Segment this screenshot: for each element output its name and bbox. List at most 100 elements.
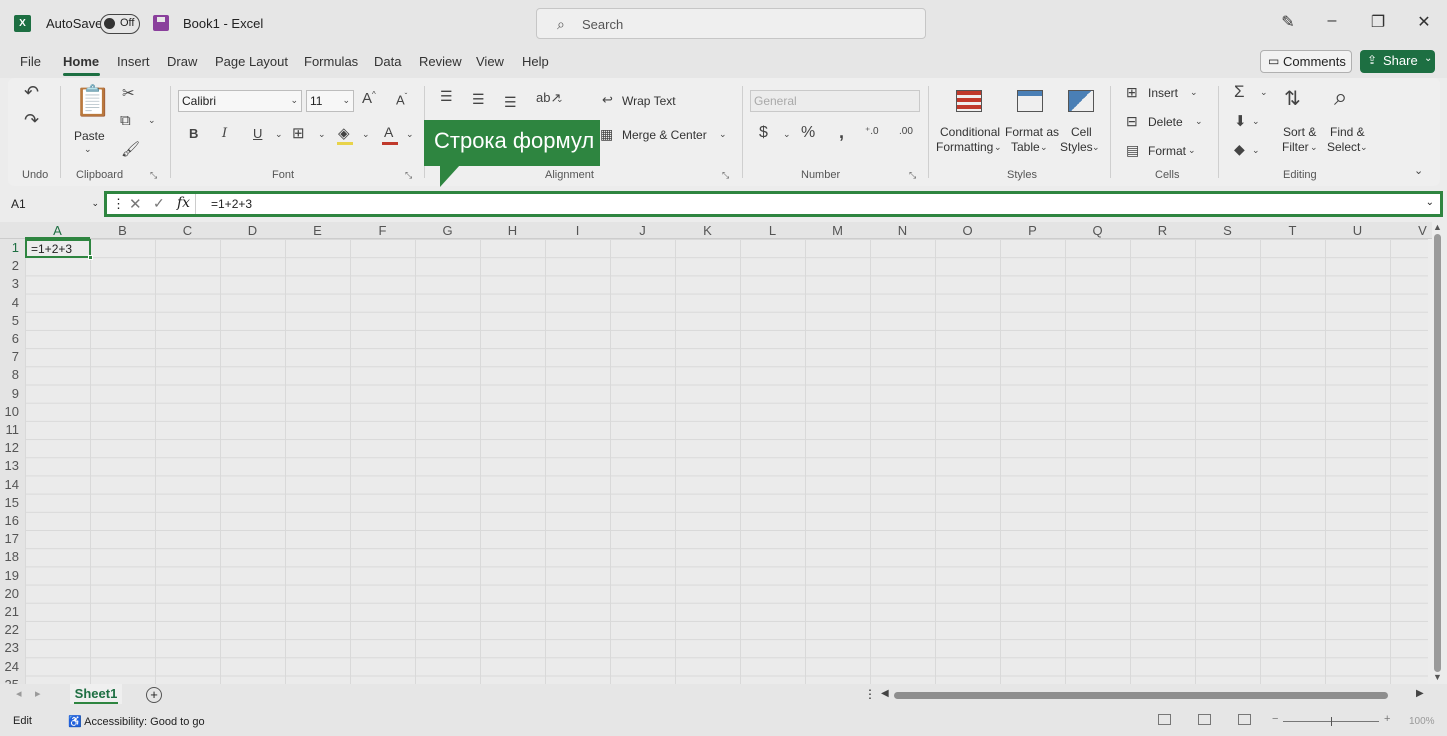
chevron-down-icon[interactable]: ⌄ — [783, 129, 791, 140]
zoom-level[interactable]: 100% — [1409, 716, 1435, 727]
row-header[interactable]: 3 — [0, 276, 24, 291]
normal-view-icon[interactable] — [1158, 714, 1171, 725]
align-top-icon[interactable]: ☰ — [440, 88, 453, 105]
chevron-down-icon[interactable]: ⌄ — [1360, 142, 1368, 153]
row-header[interactable]: 18 — [0, 549, 24, 564]
page-layout-view-icon[interactable] — [1198, 714, 1211, 725]
row-header[interactable]: 25 — [0, 677, 24, 684]
row-header[interactable]: 7 — [0, 349, 24, 364]
scroll-right-icon[interactable]: ▶ — [1416, 688, 1424, 699]
column-header[interactable]: U — [1325, 223, 1390, 238]
chevron-down-icon[interactable]: ⌄ — [1310, 142, 1318, 153]
column-header[interactable]: O — [935, 223, 1000, 238]
scroll-left-icon[interactable]: ◀ — [881, 688, 889, 699]
chevron-down-icon[interactable]: ⌄ — [148, 115, 156, 126]
column-header[interactable]: M — [805, 223, 870, 238]
zoom-slider-thumb[interactable] — [1331, 717, 1332, 726]
row-header[interactable]: 1 — [0, 240, 24, 255]
chevron-down-icon[interactable]: ⌄ — [1252, 145, 1260, 156]
more-options-icon[interactable]: ⋮ — [112, 196, 125, 212]
chevron-down-icon[interactable]: ⌄ — [1190, 87, 1198, 98]
decrease-decimal-icon[interactable]: .00 — [899, 126, 913, 137]
enter-icon[interactable]: ✓ — [153, 195, 165, 212]
chevron-down-icon[interactable]: ⌄ — [1188, 145, 1196, 156]
cancel-icon[interactable]: ✕ — [129, 195, 142, 213]
row-header[interactable]: 8 — [0, 367, 24, 382]
page-break-view-icon[interactable] — [1238, 714, 1251, 725]
undo-icon[interactable]: ↶ — [24, 82, 39, 103]
chevron-down-icon[interactable]: ⌄ — [1040, 142, 1048, 153]
fill-handle[interactable] — [88, 255, 93, 260]
clipboard-launcher-icon[interactable]: ⤡ — [150, 170, 157, 181]
next-sheet-icon[interactable]: ▸ — [35, 687, 41, 700]
chevron-down-icon[interactable]: ⌄ — [719, 129, 727, 140]
column-header[interactable]: I — [545, 223, 610, 238]
cell-styles-line1[interactable]: Cell — [1071, 125, 1092, 139]
fill-color-icon[interactable]: ◈ — [338, 124, 350, 142]
column-header[interactable]: F — [350, 223, 415, 238]
column-header[interactable]: P — [1000, 223, 1065, 238]
find-select-line1[interactable]: Find & — [1330, 125, 1365, 139]
borders-icon[interactable]: ⊞ — [292, 124, 305, 142]
alignment-launcher-icon[interactable]: ⤡ — [722, 170, 729, 181]
decrease-font-icon[interactable]: Aˇ — [396, 92, 407, 107]
menu-help[interactable]: Help — [522, 54, 549, 69]
horizontal-scroll-thumb[interactable] — [894, 692, 1388, 699]
delete-cells-label[interactable]: Delete — [1148, 115, 1183, 129]
add-sheet-icon[interactable]: + — [146, 687, 162, 703]
italic-icon[interactable]: I — [222, 126, 227, 141]
row-header[interactable]: 17 — [0, 531, 24, 546]
menu-review[interactable]: Review — [419, 54, 462, 69]
column-header[interactable]: Q — [1065, 223, 1130, 238]
vertical-scrollbar[interactable]: ▲ ▼ — [1431, 222, 1445, 684]
chevron-down-icon[interactable]: ⌄ — [1092, 142, 1100, 153]
column-header[interactable]: D — [220, 223, 285, 238]
collapse-ribbon-icon[interactable]: ⌄ — [1414, 164, 1423, 177]
share-button[interactable]: ⇪ Share ⌄ — [1360, 50, 1435, 73]
column-header[interactable]: E — [285, 223, 350, 238]
cut-icon[interactable]: ✂ — [122, 84, 135, 102]
column-header[interactable]: B — [90, 223, 155, 238]
percent-icon[interactable]: % — [801, 124, 815, 142]
chevron-down-icon[interactable]: ⌄ — [1195, 116, 1203, 127]
row-header[interactable]: 2 — [0, 258, 24, 273]
font-color-icon[interactable]: A — [384, 124, 393, 140]
minimize-button[interactable]: – — [1320, 12, 1344, 30]
menu-home[interactable]: Home — [63, 54, 99, 69]
menu-insert[interactable]: Insert — [117, 54, 150, 69]
number-launcher-icon[interactable]: ⤡ — [909, 170, 916, 181]
sheet-tab[interactable]: Sheet1 — [70, 684, 122, 704]
scroll-up-icon[interactable]: ▲ — [1433, 222, 1442, 232]
increase-font-icon[interactable]: A^ — [362, 90, 376, 107]
format-painter-icon[interactable]: 🖌 — [121, 140, 140, 158]
paste-icon[interactable]: 📋 — [74, 84, 111, 119]
chevron-down-icon[interactable]: ⌄ — [1252, 116, 1260, 127]
zoom-out-icon[interactable]: − — [1272, 713, 1278, 725]
row-header[interactable]: 5 — [0, 313, 24, 328]
comments-button[interactable]: ▭ Comments — [1260, 50, 1352, 73]
chevron-down-icon[interactable]: ⌄ — [275, 129, 283, 140]
redo-icon[interactable]: ↷ — [24, 110, 39, 131]
underline-icon[interactable]: U — [253, 126, 262, 141]
pen-icon[interactable]: ✎ — [1276, 12, 1300, 32]
row-header[interactable]: 4 — [0, 295, 24, 310]
wrap-text-label[interactable]: Wrap Text — [622, 94, 676, 108]
conditional-formatting-line2[interactable]: Formatting — [936, 140, 993, 154]
menu-page-layout[interactable]: Page Layout — [215, 54, 288, 69]
wrap-text-icon[interactable]: ↩ — [602, 92, 613, 108]
save-icon[interactable] — [153, 15, 169, 31]
sort-filter-line2[interactable]: Filter — [1282, 140, 1309, 154]
clear-icon[interactable]: ◆ — [1234, 141, 1245, 158]
format-as-table-icon[interactable] — [1017, 90, 1043, 112]
chevron-down-icon[interactable]: ⌄ — [318, 129, 326, 140]
fill-icon[interactable]: ⬇ — [1234, 112, 1247, 130]
chevron-down-icon[interactable]: ⌄ — [362, 129, 370, 140]
find-select-line2[interactable]: Select — [1327, 140, 1360, 154]
format-cells-label[interactable]: Format — [1148, 144, 1186, 158]
row-header[interactable]: 16 — [0, 513, 24, 528]
row-header[interactable]: 13 — [0, 458, 24, 473]
find-select-icon[interactable]: ⌕ — [1334, 84, 1347, 112]
conditional-formatting-icon[interactable] — [956, 90, 982, 112]
accessibility-status[interactable]: ♿ Accessibility: Good to go — [68, 715, 205, 728]
align-bottom-icon[interactable]: ☰ — [504, 94, 517, 111]
